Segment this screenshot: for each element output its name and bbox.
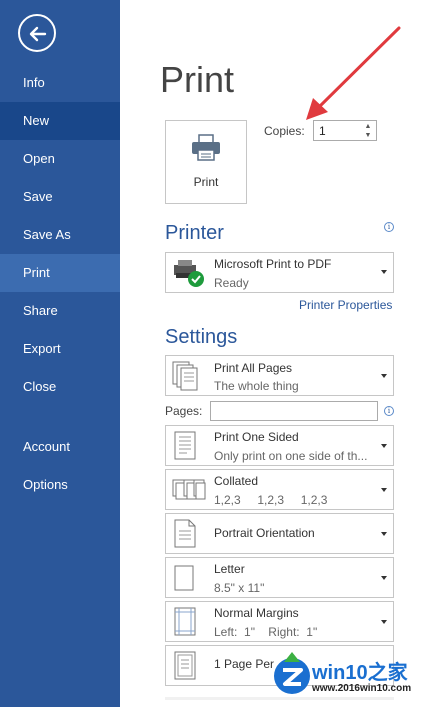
printer-ready-icon bbox=[174, 260, 204, 287]
backstage-sidebar: Info New Open Save Save As Print Share E… bbox=[0, 0, 120, 707]
back-arrow-icon bbox=[29, 26, 47, 42]
page-title: Print bbox=[160, 59, 235, 100]
printer-status: Ready bbox=[214, 276, 249, 290]
pages-info-icon[interactable]: i bbox=[384, 406, 394, 416]
nav-close[interactable]: Close bbox=[0, 368, 120, 406]
orientation-dropdown[interactable]: Portrait Orientation bbox=[165, 513, 394, 554]
letter-page-icon bbox=[174, 565, 194, 591]
margins-label: Normal Margins bbox=[214, 606, 299, 620]
printer-info-icon[interactable]: i bbox=[384, 222, 394, 232]
nav-export[interactable]: Export bbox=[0, 330, 120, 368]
paper-size-label: Letter bbox=[214, 562, 245, 576]
margins-desc: Left: 1" Right: 1" bbox=[214, 625, 318, 639]
copies-value[interactable]: 1 bbox=[319, 124, 326, 138]
margins-icon bbox=[174, 607, 196, 636]
printer-properties-link[interactable]: Printer Properties bbox=[299, 298, 392, 312]
print-range-label: Print All Pages bbox=[214, 361, 293, 375]
sides-desc: Only print on one side of th... bbox=[214, 449, 368, 463]
paper-size-desc: 8.5" x 11" bbox=[214, 581, 265, 595]
watermark-title: win10之家 bbox=[312, 662, 408, 684]
nav-print[interactable]: Print bbox=[0, 254, 120, 292]
print-range-dropdown[interactable]: Print All Pages The whole thing bbox=[165, 355, 394, 396]
printer-dropdown[interactable]: Microsoft Print to PDF Ready bbox=[165, 252, 394, 293]
copies-label: Copies: bbox=[264, 124, 305, 138]
pages-per-sheet-label: 1 Page Per bbox=[214, 657, 275, 671]
nav-account[interactable]: Account bbox=[0, 428, 120, 466]
pages-input[interactable] bbox=[210, 401, 378, 421]
chevron-down-icon bbox=[381, 374, 387, 378]
pages-label: Pages: bbox=[165, 404, 203, 418]
nav-info[interactable]: Info bbox=[0, 64, 120, 102]
collation-desc: 1,2,3 1,2,3 1,2,3 bbox=[214, 493, 328, 507]
printer-icon bbox=[192, 134, 220, 161]
nav-options[interactable]: Options bbox=[0, 466, 120, 504]
nav-save[interactable]: Save bbox=[0, 178, 120, 216]
pages-per-sheet-icon bbox=[174, 651, 196, 680]
nav-new[interactable]: New bbox=[0, 102, 120, 140]
collation-label: Collated bbox=[214, 474, 259, 488]
nav-share[interactable]: Share bbox=[0, 292, 120, 330]
nav-save-as[interactable]: Save As bbox=[0, 216, 120, 254]
sides-label: Print One Sided bbox=[214, 430, 299, 444]
win10-logo-icon bbox=[274, 652, 310, 694]
print-button[interactable]: Print bbox=[165, 120, 247, 204]
chevron-down-icon bbox=[381, 576, 387, 580]
copies-spinner[interactable]: 1 ▲ ▼ bbox=[313, 120, 377, 141]
nav-open[interactable]: Open bbox=[0, 140, 120, 178]
sides-dropdown[interactable]: Print One Sided Only print on one side o… bbox=[165, 425, 394, 466]
pages-stack-icon bbox=[172, 361, 198, 391]
collation-dropdown[interactable]: Collated 1,2,3 1,2,3 1,2,3 bbox=[165, 469, 394, 510]
site-watermark: win10之家 www.2016win10.com bbox=[270, 648, 435, 703]
margins-dropdown[interactable]: Normal Margins Left: 1" Right: 1" bbox=[165, 601, 394, 642]
annotation-arrow bbox=[306, 26, 401, 120]
paper-size-dropdown[interactable]: Letter 8.5" x 11" bbox=[165, 557, 394, 598]
settings-heading: Settings bbox=[165, 326, 238, 348]
chevron-down-icon bbox=[381, 444, 387, 448]
chevron-down-icon bbox=[381, 620, 387, 624]
chevron-down-icon bbox=[381, 270, 387, 274]
orientation-label: Portrait Orientation bbox=[214, 526, 315, 540]
printer-name: Microsoft Print to PDF bbox=[214, 257, 332, 271]
back-button[interactable] bbox=[18, 14, 56, 52]
print-range-desc: The whole thing bbox=[214, 379, 299, 393]
chevron-down-icon bbox=[381, 532, 387, 536]
spin-down-icon[interactable]: ▼ bbox=[363, 131, 373, 140]
print-button-label: Print bbox=[193, 175, 219, 189]
printer-heading: Printer bbox=[165, 222, 224, 244]
watermark-url: www.2016win10.com bbox=[312, 683, 412, 694]
one-sided-page-icon bbox=[174, 431, 196, 460]
portrait-page-icon bbox=[174, 519, 196, 548]
chevron-down-icon bbox=[381, 488, 387, 492]
spin-up-icon[interactable]: ▲ bbox=[363, 122, 373, 131]
collated-icon bbox=[172, 479, 206, 500]
